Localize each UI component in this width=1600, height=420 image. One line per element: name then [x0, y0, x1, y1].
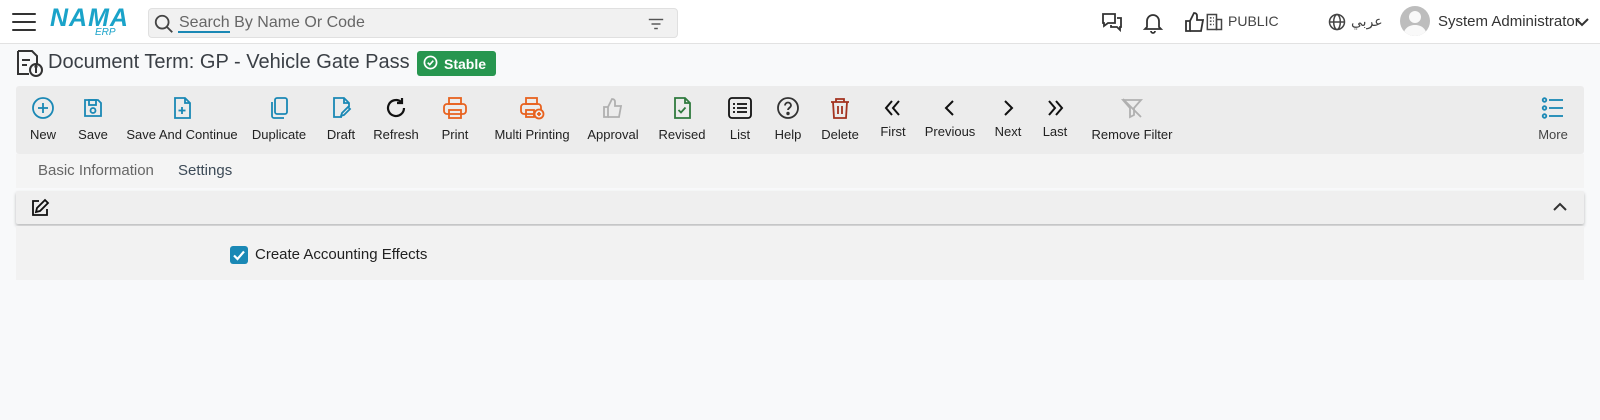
- thumbs-up-icon: [601, 96, 625, 125]
- filter-off-icon: [1120, 96, 1144, 125]
- print-button[interactable]: Print: [440, 86, 470, 154]
- tab-settings[interactable]: Settings: [178, 162, 232, 179]
- edit-note-icon[interactable]: [30, 198, 50, 223]
- revised-button[interactable]: Revised: [658, 86, 706, 154]
- active-tab-indicator: [178, 31, 230, 33]
- remove-filter-button[interactable]: Remove Filter: [1091, 86, 1173, 154]
- chevron-down-icon[interactable]: [1574, 14, 1590, 35]
- print-label: Print: [441, 127, 469, 142]
- approval-button[interactable]: Approval: [587, 86, 639, 154]
- create-accounting-effects-checkbox[interactable]: [230, 246, 248, 264]
- file-edit-icon: [329, 96, 353, 125]
- save-button[interactable]: Save: [78, 86, 108, 154]
- delete-button[interactable]: Delete: [821, 86, 859, 154]
- next-label: Next: [994, 124, 1022, 139]
- logo-subtext: ERP: [95, 27, 116, 38]
- save-and-continue-label: Save And Continue: [126, 127, 238, 142]
- multi-printing-button[interactable]: Multi Printing: [494, 86, 570, 154]
- tab-bar: Basic Information Settings: [16, 154, 1584, 188]
- search-box: [148, 8, 678, 38]
- refresh-icon: [384, 96, 408, 125]
- top-bar: NAMA ERP PUBLIC عربي System Administrato…: [0, 0, 1600, 44]
- refresh-label: Refresh: [373, 127, 419, 142]
- list-icon: [727, 96, 753, 125]
- draft-button[interactable]: Draft: [326, 86, 356, 154]
- language-switch[interactable]: عربي: [1351, 13, 1383, 30]
- branch-label[interactable]: PUBLIC: [1228, 13, 1279, 29]
- chevrons-left-icon: [882, 97, 904, 124]
- first-label: First: [880, 124, 906, 139]
- chevrons-right-icon: [1044, 97, 1066, 124]
- file-check-icon: [670, 96, 694, 125]
- delete-label: Delete: [821, 127, 859, 142]
- settings-panel-body: Create Accounting Effects: [16, 226, 1584, 280]
- user-name[interactable]: System Administrator: [1438, 13, 1580, 30]
- more-button[interactable]: More: [1538, 86, 1568, 154]
- chevron-right-icon: [997, 97, 1019, 124]
- globe-icon[interactable]: [1327, 12, 1347, 37]
- menu-icon[interactable]: [12, 10, 36, 34]
- settings-panel-header: [16, 191, 1584, 224]
- plus-circle-icon: [31, 96, 55, 125]
- chevron-up-icon[interactable]: [1552, 199, 1568, 220]
- filter-icon[interactable]: [647, 15, 665, 38]
- more-label: More: [1538, 127, 1568, 142]
- remove-filter-label: Remove Filter: [1091, 127, 1173, 142]
- last-button[interactable]: Last: [1042, 86, 1068, 154]
- avatar[interactable]: [1400, 6, 1430, 36]
- list-label: List: [729, 127, 751, 142]
- approval-label: Approval: [587, 127, 639, 142]
- printer-icon: [442, 96, 468, 125]
- new-button[interactable]: New: [28, 86, 58, 154]
- help-circle-icon: [776, 96, 800, 125]
- save-icon: [81, 96, 105, 125]
- save-and-continue-button[interactable]: Save And Continue: [126, 86, 238, 154]
- draft-label: Draft: [326, 127, 356, 142]
- bell-icon[interactable]: [1141, 10, 1165, 39]
- trash-icon: [828, 96, 852, 125]
- new-label: New: [29, 127, 56, 142]
- help-label: Help: [774, 127, 802, 142]
- document-settings-icon: [14, 48, 44, 83]
- save-label: Save: [78, 127, 108, 142]
- copy-icon: [267, 96, 291, 125]
- page-title: Document Term: GP - Vehicle Gate Pass: [48, 51, 410, 73]
- logo-text: NAMA: [50, 4, 129, 32]
- multi-printer-icon: [519, 96, 545, 125]
- chevron-left-icon: [939, 97, 961, 124]
- refresh-button[interactable]: Refresh: [373, 86, 419, 154]
- app-logo[interactable]: NAMA ERP: [50, 6, 132, 38]
- more-list-icon: [1541, 96, 1565, 125]
- search-icon: [153, 13, 175, 40]
- create-accounting-effects-label[interactable]: Create Accounting Effects: [255, 246, 427, 263]
- last-label: Last: [1042, 124, 1068, 139]
- duplicate-button[interactable]: Duplicate: [251, 86, 307, 154]
- previous-button[interactable]: Previous: [924, 86, 976, 154]
- status-text: Stable: [444, 55, 487, 72]
- search-input[interactable]: [179, 9, 639, 37]
- previous-label: Previous: [924, 124, 976, 139]
- file-plus-icon: [170, 96, 194, 125]
- revised-label: Revised: [658, 127, 706, 142]
- duplicate-label: Duplicate: [251, 127, 307, 142]
- list-button[interactable]: List: [728, 86, 752, 154]
- help-button[interactable]: Help: [774, 86, 802, 154]
- check-circle-icon: [423, 55, 438, 73]
- multi-printing-label: Multi Printing: [494, 127, 570, 142]
- first-button[interactable]: First: [880, 86, 906, 154]
- tab-basic-information[interactable]: Basic Information: [38, 162, 154, 179]
- next-button[interactable]: Next: [994, 86, 1022, 154]
- toolbar: New Save Save And Continue Duplicate Dra…: [16, 86, 1584, 154]
- building-icon: [1204, 12, 1224, 37]
- status-badge: Stable: [417, 51, 496, 76]
- chat-icon[interactable]: [1100, 10, 1124, 39]
